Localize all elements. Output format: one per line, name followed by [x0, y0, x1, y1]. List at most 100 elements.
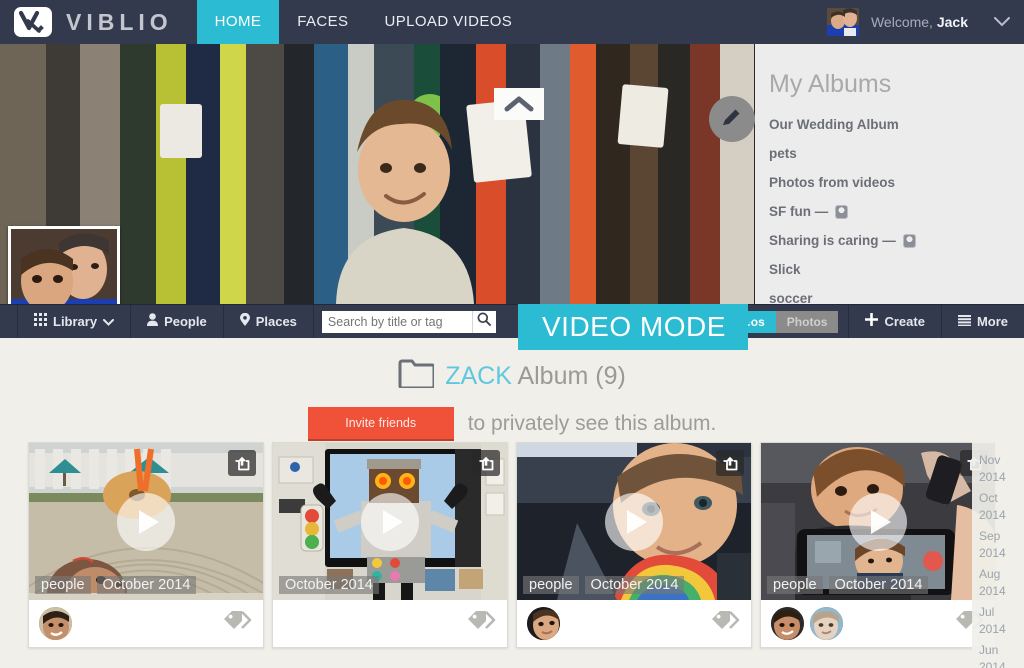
mode-photos-button[interactable]: Photos — [775, 310, 839, 333]
user-avatar[interactable] — [826, 8, 859, 36]
chevron-down-icon[interactable] — [994, 14, 1010, 30]
album-label: pets — [769, 146, 797, 161]
thumbnail-labels: people October 2014 — [523, 576, 685, 594]
album-label: SF fun — — [769, 204, 829, 219]
tags-icon[interactable] — [711, 610, 741, 637]
shared-face-icon — [902, 233, 916, 248]
people-tag-label[interactable]: people — [767, 576, 823, 594]
album-item-our-wedding-album[interactable]: Our Wedding Album — [769, 117, 1024, 132]
date-label: October 2014 — [584, 576, 685, 594]
toolbar-create-label: Create — [884, 313, 925, 329]
toolbar-places-button[interactable]: Places — [224, 305, 314, 338]
invite-friends-button[interactable]: Invite friends — [307, 407, 454, 441]
album-header: ZACK Album (9) — [0, 338, 1024, 393]
video-card-footer — [517, 600, 751, 647]
tags-icon[interactable] — [223, 610, 253, 637]
album-label: Slick — [769, 262, 801, 277]
play-icon[interactable] — [849, 492, 907, 551]
album-item-photos-from-videos[interactable]: Photos from videos — [769, 175, 1024, 190]
date-label: October 2014 — [279, 576, 379, 594]
grid-icon — [34, 305, 47, 339]
search-button[interactable] — [471, 310, 496, 333]
plus-icon — [864, 305, 880, 339]
invite-description: to privately see this album. — [467, 412, 717, 435]
album-item-sf-fun[interactable]: SF fun — — [769, 204, 1024, 219]
video-card[interactable]: October 2014 — [272, 442, 508, 648]
nav-tab-faces[interactable]: FACES — [279, 0, 366, 44]
album-label: Sharing is caring — — [769, 233, 896, 248]
play-icon[interactable] — [117, 492, 175, 551]
search-icon — [477, 312, 492, 331]
hero-collapse-button[interactable] — [494, 88, 544, 120]
album-label: Our Wedding Album — [769, 117, 899, 132]
date-label: October 2014 — [828, 576, 929, 594]
date-navigation-rail[interactable]: Nov 2014 Oct 2014 Sep 2014 Aug 2014 Jul … — [972, 442, 1024, 668]
face-avatar[interactable] — [771, 607, 804, 640]
top-navigation-bar: VIBLIO HOME FACES UPLOAD VIDEOS Welcome, — [0, 0, 1024, 44]
date-rail-item-jun-2014[interactable]: Jun 2014 — [972, 642, 1018, 668]
map-pin-icon — [239, 305, 250, 339]
people-tag-label[interactable]: people — [523, 576, 579, 594]
album-item-sharing-is-caring[interactable]: Sharing is caring — — [769, 233, 1024, 248]
folder-icon — [398, 359, 436, 393]
tags-icon[interactable] — [467, 610, 497, 637]
date-rail-item-sep-2014[interactable]: Sep 2014 — [972, 528, 1018, 562]
people-tag-label[interactable]: people — [35, 576, 91, 594]
play-icon[interactable] — [361, 492, 419, 551]
date-rail-item-aug-2014[interactable]: Aug 2014 — [972, 566, 1018, 600]
album-item-pets[interactable]: pets — [769, 146, 1024, 161]
share-icon[interactable] — [472, 450, 500, 476]
welcome-text: Welcome, Jack — [871, 14, 968, 30]
album-count-suffix: Album (9) — [511, 361, 626, 390]
my-albums-panel: My Albums Our Wedding Album pets Photos … — [755, 44, 1024, 306]
face-avatar[interactable] — [39, 607, 72, 640]
album-item-slick[interactable]: Slick — [769, 262, 1024, 277]
toolbar-people-label: People — [164, 313, 207, 329]
video-card[interactable]: people October 2014 — [28, 442, 264, 648]
video-thumbnail[interactable]: October 2014 — [273, 443, 507, 600]
video-mode-callout: VIDEO MODE — [518, 304, 748, 350]
toolbar-people-button[interactable]: People — [131, 305, 224, 338]
pencil-icon — [720, 105, 744, 134]
album-name: ZACK — [445, 361, 512, 390]
nav-tabs: HOME FACES UPLOAD VIDEOS — [196, 0, 531, 44]
video-thumbnail[interactable]: people October 2014 — [29, 443, 263, 600]
page-root: VIBLIO HOME FACES UPLOAD VIDEOS Welcome, — [0, 0, 1024, 668]
toolbar-right-group: Create More — [848, 305, 1024, 338]
hero-pip-image — [11, 229, 117, 304]
video-card-footer — [29, 600, 263, 647]
nav-tab-home[interactable]: HOME — [196, 0, 280, 44]
thumbnail-labels: people October 2014 — [35, 576, 197, 594]
date-rail-item-jul-2014[interactable]: Jul 2014 — [972, 604, 1018, 638]
hero-pip-photo[interactable] — [8, 226, 120, 304]
brand-name: VIBLIO — [66, 9, 173, 35]
album-label: Photos from videos — [769, 175, 896, 190]
viblio-logo-icon[interactable] — [14, 7, 52, 37]
video-card[interactable]: people October 2014 — [760, 442, 996, 648]
share-icon[interactable] — [228, 450, 256, 476]
library-toolbar: Library People Places Search by title or… — [0, 304, 1024, 338]
video-card-grid: people October 2014 October 2014 people … — [0, 442, 1024, 648]
toolbar-create-button[interactable]: Create — [848, 305, 940, 338]
video-card[interactable]: people October 2014 — [516, 442, 752, 648]
toolbar-more-label: More — [976, 313, 1008, 329]
date-rail-item-nov-2014[interactable]: Nov 2014 — [972, 452, 1018, 486]
toolbar-library-button[interactable]: Library — [17, 305, 132, 339]
video-card-footer — [761, 600, 995, 647]
thumbnail-labels: October 2014 — [279, 576, 379, 594]
main-content: ZACK Album (9) Invite friends to private… — [0, 338, 1024, 668]
face-avatar[interactable] — [810, 607, 843, 640]
video-thumbnail[interactable]: people October 2014 — [517, 443, 751, 600]
face-avatar[interactable] — [527, 607, 560, 640]
video-card-footer — [273, 600, 507, 647]
play-icon[interactable] — [605, 492, 663, 551]
toolbar-more-button[interactable]: More — [940, 305, 1024, 338]
user-menu[interactable]: Welcome, Jack — [826, 0, 1024, 44]
edit-cover-button[interactable] — [709, 96, 755, 142]
video-thumbnail[interactable]: people October 2014 — [761, 443, 995, 600]
date-rail-item-oct-2014[interactable]: Oct 2014 — [972, 490, 1018, 524]
chevron-up-icon — [504, 96, 534, 112]
search-input[interactable] — [321, 310, 472, 333]
nav-tab-upload-videos[interactable]: UPLOAD VIDEOS — [366, 0, 530, 44]
share-icon[interactable] — [716, 450, 744, 476]
